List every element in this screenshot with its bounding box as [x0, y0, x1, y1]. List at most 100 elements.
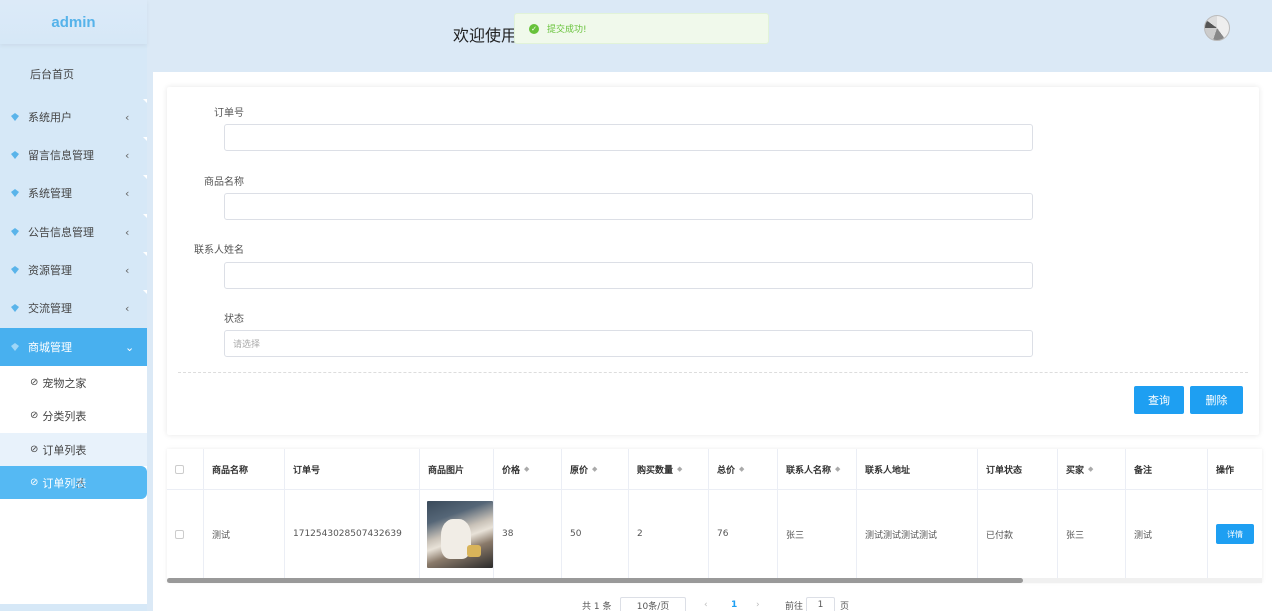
status-label: 状态 [224, 314, 244, 325]
success-toast: ✓ 提交成功! [514, 13, 769, 44]
cell-contact-address: 测试测试测试测试 [857, 490, 978, 578]
pagination-total: 共 1 条 [582, 601, 612, 611]
goto-page-input[interactable]: 1 [806, 597, 835, 611]
detail-button[interactable]: 详情 [1216, 524, 1254, 544]
diamond-icon [11, 189, 19, 197]
diamond-icon [11, 304, 19, 312]
checkbox-icon[interactable] [175, 529, 184, 539]
chevron-left-icon: ‹ [125, 263, 130, 277]
sidebar-item-label: 交流管理 [28, 302, 72, 315]
cell-quantity: 2 [629, 490, 709, 578]
status-placeholder: 请选择 [233, 340, 261, 350]
cell-buyer: 张三 [1058, 490, 1126, 578]
sort-icon[interactable]: ◆ [677, 465, 682, 473]
sort-icon[interactable]: ◆ [739, 465, 744, 473]
check-circle-icon: ⊘ [30, 377, 39, 388]
check-circle-icon: ✓ [529, 23, 539, 34]
diamond-icon [11, 343, 19, 351]
sidebar-item-announcements[interactable]: 公告信息管理 ‹ [0, 214, 147, 250]
corner-mark [143, 99, 147, 103]
sort-icon[interactable]: ◆ [835, 465, 840, 473]
cell-remark: 测试 [1126, 490, 1208, 578]
next-page-icon[interactable]: › [756, 598, 760, 611]
status-select[interactable]: 请选择 [224, 330, 1033, 357]
col-quantity[interactable]: 购买数量 ◆ [629, 449, 709, 490]
diamond-icon [11, 151, 19, 159]
order-no-input[interactable] [224, 124, 1033, 151]
hand-cursor-icon: ☝ [76, 476, 85, 492]
col-contact-name[interactable]: 联系人名称 ◆ [778, 449, 857, 490]
header-select-all[interactable] [167, 449, 204, 490]
cell-price: 38 [494, 490, 562, 578]
sidebar-item-exchange[interactable]: 交流管理 ‹ [0, 290, 147, 326]
sidebar-item-label: 系统管理 [28, 187, 72, 200]
cell-total: 76 [709, 490, 778, 578]
sidebar-item-system-users[interactable]: 系统用户 ‹ [0, 99, 147, 135]
cell-action: 详情 [1208, 490, 1262, 578]
chevron-left-icon: ‹ [125, 301, 130, 315]
cell-product-name: 测试 [204, 490, 285, 578]
contact-name-input[interactable] [224, 262, 1033, 289]
contact-name-label: 联系人姓名 [194, 245, 244, 256]
sort-icon[interactable]: ◆ [1088, 465, 1093, 473]
cell-contact-name: 张三 [778, 490, 857, 578]
checkbox-icon[interactable] [175, 464, 184, 474]
cell-order-status: 已付款 [978, 490, 1058, 578]
query-button[interactable]: 查询 [1134, 386, 1184, 414]
diamond-icon [11, 228, 19, 236]
sidebar-item-messages[interactable]: 留言信息管理 ‹ [0, 137, 147, 173]
sidebar-subitem-category-list[interactable]: ⊘ 分类列表 [0, 399, 147, 432]
sort-icon[interactable]: ◆ [592, 465, 597, 473]
sidebar-item-resources[interactable]: 资源管理 ‹ [0, 252, 147, 288]
col-price[interactable]: 价格 ◆ [494, 449, 562, 490]
app-logo: admin [0, 0, 147, 44]
row-select[interactable] [167, 490, 204, 578]
product-image [427, 500, 493, 568]
cell-original-price: 50 [562, 490, 629, 578]
corner-mark [143, 214, 147, 218]
col-action: 操作 [1208, 449, 1262, 490]
table-scrollbar-thumb[interactable] [167, 578, 1023, 583]
form-divider [178, 372, 1248, 373]
page-size-select[interactable]: 10条/页 [620, 597, 686, 611]
corner-mark [143, 137, 147, 141]
chevron-down-icon: ⌄ [125, 340, 135, 354]
col-total[interactable]: 总价 ◆ [709, 449, 778, 490]
prev-page-icon[interactable]: ‹ [704, 598, 708, 611]
col-order-status: 订单状态 [978, 449, 1058, 490]
sidebar-subitem-order-list-active[interactable]: ⊘ 订单列表 [0, 466, 147, 499]
cell-product-image [420, 490, 494, 578]
chevron-left-icon: ‹ [125, 148, 130, 162]
sidebar-item-mall[interactable]: 商城管理 ⌄ [0, 328, 147, 366]
corner-mark [143, 252, 147, 256]
diamond-icon [11, 266, 19, 274]
chevron-left-icon: ‹ [125, 186, 130, 200]
col-original-price[interactable]: 原价 ◆ [562, 449, 629, 490]
corner-mark [143, 290, 147, 294]
chevron-left-icon: ‹ [125, 225, 130, 239]
cell-order-no: 1712543028507432639 [285, 490, 420, 578]
col-buyer[interactable]: 买家 ◆ [1058, 449, 1126, 490]
sidebar-subitem-pet-home[interactable]: ⊘ 宠物之家 [0, 366, 147, 399]
sidebar-item-label: 公告信息管理 [28, 226, 94, 239]
col-contact-address: 联系人地址 [857, 449, 978, 490]
delete-button[interactable]: 删除 [1190, 386, 1243, 414]
product-name-label: 商品名称 [204, 177, 244, 188]
col-product-name: 商品名称 [204, 449, 285, 490]
check-circle-icon: ⊘ [30, 477, 39, 488]
goto-prefix: 前往 [785, 601, 804, 611]
subitem-label: 分类列表 [42, 409, 87, 423]
sort-icon[interactable]: ◆ [524, 465, 529, 473]
col-order-no: 订单号 [285, 449, 420, 490]
chevron-left-icon: ‹ [125, 110, 130, 124]
goto-suffix: 页 [840, 601, 850, 611]
subitem-label: 宠物之家 [42, 376, 87, 390]
sidebar-item-label: 留言信息管理 [28, 149, 94, 162]
product-name-input[interactable] [224, 193, 1033, 220]
sidebar-subitem-order-list[interactable]: ⊘ 订单列表 [0, 433, 147, 466]
col-product-image: 商品图片 [420, 449, 494, 490]
user-avatar[interactable] [1204, 15, 1230, 41]
sidebar-item-system-admin[interactable]: 系统管理 ‹ [0, 175, 147, 211]
sidebar-item-home[interactable]: 后台首页 [0, 56, 147, 92]
page-number-current[interactable]: 1 [731, 598, 737, 611]
